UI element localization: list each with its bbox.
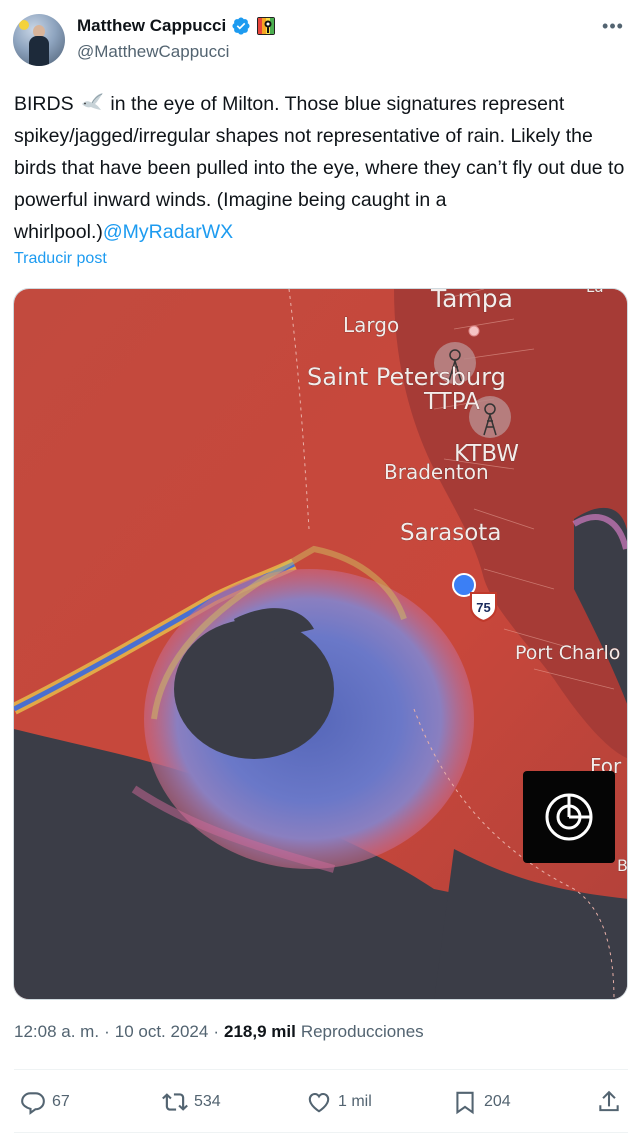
avatar[interactable] bbox=[13, 14, 65, 66]
reply-count: 67 bbox=[52, 1093, 70, 1110]
divider bbox=[14, 1069, 628, 1070]
flag-icon bbox=[257, 17, 276, 35]
like-button[interactable]: 1 mil bbox=[306, 1084, 372, 1120]
mention-link[interactable]: @MyRadarWX bbox=[103, 221, 233, 243]
radar-map: 75 Tampa La Largo Saint Petersburg TTPA … bbox=[14, 289, 628, 999]
action-bar: 67 534 1 mil 204 bbox=[14, 1084, 628, 1120]
verified-icon bbox=[232, 17, 250, 35]
bottom-divider bbox=[14, 1132, 628, 1133]
map-label-tampa: Tampa bbox=[430, 289, 513, 313]
like-count: 1 mil bbox=[338, 1093, 372, 1110]
tweet-time[interactable]: 12:08 a. m. bbox=[14, 1022, 99, 1042]
map-label-sarasota: Sarasota bbox=[400, 520, 501, 546]
bookmark-count: 204 bbox=[484, 1093, 511, 1110]
radar-icon bbox=[545, 793, 593, 841]
tweet-text-start: BIRDS bbox=[14, 93, 80, 115]
map-label-ttpa: TTPA bbox=[423, 389, 480, 415]
share-button[interactable] bbox=[596, 1084, 622, 1120]
tweet-date[interactable]: 10 oct. 2024 bbox=[115, 1022, 209, 1042]
map-label-port-charlotte: Port Charlo bbox=[515, 642, 620, 664]
share-icon bbox=[599, 1090, 619, 1112]
meta-dot-2: · bbox=[213, 1022, 219, 1041]
repost-button[interactable]: 534 bbox=[162, 1084, 221, 1120]
tweet-text: BIRDS in the eye of Milton. Those blue s… bbox=[14, 88, 630, 248]
tweet-header: Matthew Cappucci @MatthewCappucci ••• bbox=[13, 12, 629, 68]
map-label-partial-top: La bbox=[586, 289, 604, 296]
views-label: Reproducciones bbox=[300, 1022, 424, 1041]
bird-emoji-icon bbox=[82, 93, 104, 110]
repost-icon bbox=[162, 1093, 188, 1111]
reply-icon bbox=[21, 1092, 45, 1115]
radar-image[interactable]: 75 Tampa La Largo Saint Petersburg TTPA … bbox=[13, 288, 628, 1000]
tweet-meta: 12:08 a. m. · 10 oct. 2024 · 218,9 mil R… bbox=[14, 1022, 424, 1042]
more-icon[interactable]: ••• bbox=[601, 16, 625, 40]
author-handle[interactable]: @MatthewCappucci bbox=[77, 42, 229, 62]
radar-button[interactable] bbox=[523, 771, 615, 863]
map-label-saint-petersburg: Saint Petersburg bbox=[307, 363, 506, 391]
translate-link[interactable]: Traducir post bbox=[14, 250, 107, 268]
repost-count: 534 bbox=[194, 1093, 221, 1110]
highway-shield: 75 bbox=[470, 592, 497, 623]
views-count: 218,9 mil bbox=[223, 1022, 296, 1041]
highway-label: 75 bbox=[476, 600, 490, 615]
bookmark-button[interactable]: 204 bbox=[452, 1084, 511, 1120]
author-name[interactable]: Matthew Cappucci bbox=[77, 16, 226, 36]
map-label-partial-b: B bbox=[617, 856, 628, 875]
bookmark-icon bbox=[456, 1091, 474, 1115]
like-icon bbox=[308, 1092, 330, 1113]
meta-dot: · bbox=[104, 1022, 110, 1041]
map-label-bradenton: Bradenton bbox=[384, 460, 489, 484]
name-row: Matthew Cappucci bbox=[77, 16, 276, 36]
reply-button[interactable]: 67 bbox=[20, 1084, 70, 1120]
map-label-largo: Largo bbox=[343, 313, 399, 337]
